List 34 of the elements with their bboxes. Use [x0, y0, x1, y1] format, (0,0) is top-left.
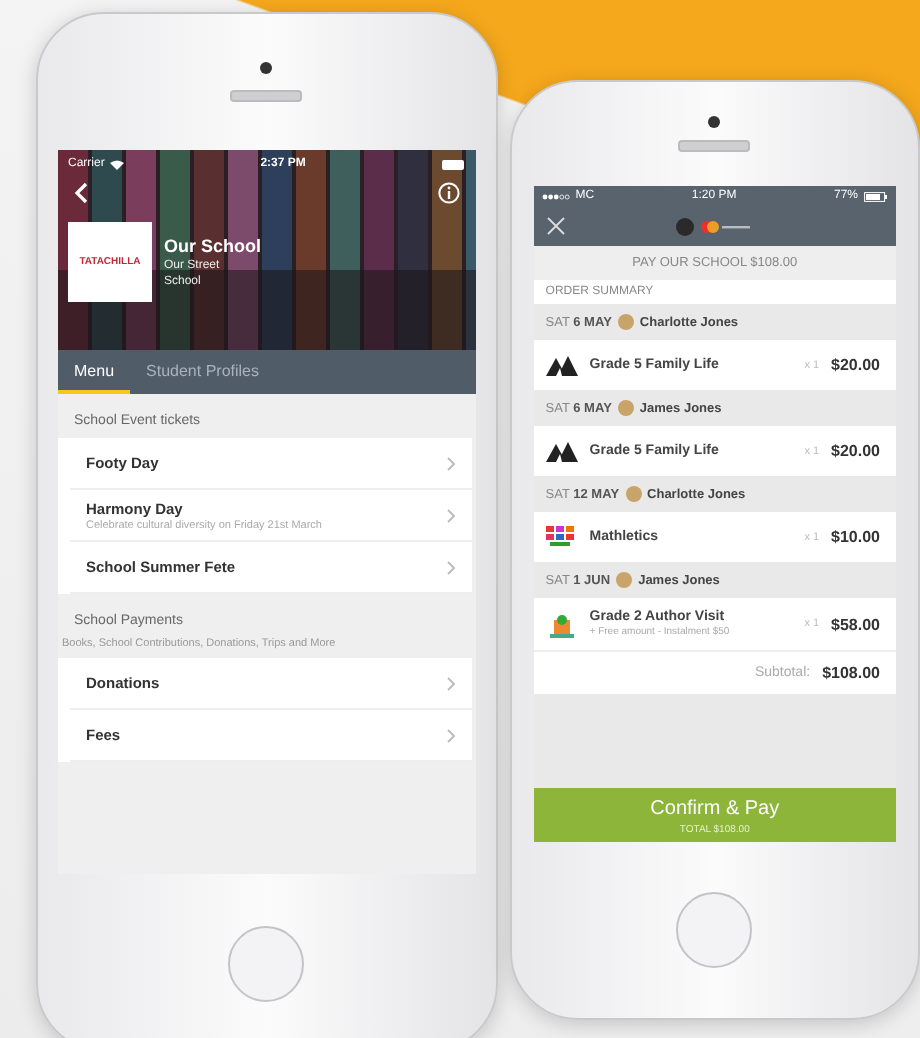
home-button[interactable] [228, 926, 305, 1002]
chevron-icon [445, 455, 456, 471]
card-logo-icon [700, 219, 753, 233]
tab[interactable]: Menu [58, 350, 131, 394]
item-price: $20.00 [831, 356, 880, 374]
signal-icon [541, 193, 570, 199]
avatar-icon [617, 314, 634, 330]
speaker-icon [678, 140, 751, 152]
wifi-icon [110, 159, 125, 169]
chevron-icon [445, 559, 456, 575]
grid-icon [545, 524, 578, 550]
camera-icon [708, 116, 721, 128]
chevron-icon [445, 727, 456, 743]
camera-icon [260, 62, 273, 74]
tent-icon [545, 438, 578, 464]
back-icon [74, 181, 88, 203]
battery-icon [441, 159, 466, 169]
info-icon [437, 181, 460, 203]
close-icon [545, 216, 566, 236]
school-badge-icon [676, 217, 695, 235]
battery-icon [864, 191, 888, 201]
avatar-icon [625, 486, 642, 502]
item-price: $58.00 [831, 615, 880, 633]
home-button[interactable] [676, 892, 753, 968]
school-name: Our School [164, 236, 262, 256]
chevron-icon [445, 507, 456, 523]
subtotal-amount: $108.00 [822, 664, 880, 682]
avatar-icon [616, 572, 633, 588]
chevron-icon [445, 675, 456, 691]
tent-icon [545, 352, 578, 378]
item-price: $10.00 [831, 528, 880, 546]
speaker-icon [230, 90, 303, 102]
avatar-icon [617, 400, 634, 416]
item-price: $20.00 [831, 442, 880, 460]
